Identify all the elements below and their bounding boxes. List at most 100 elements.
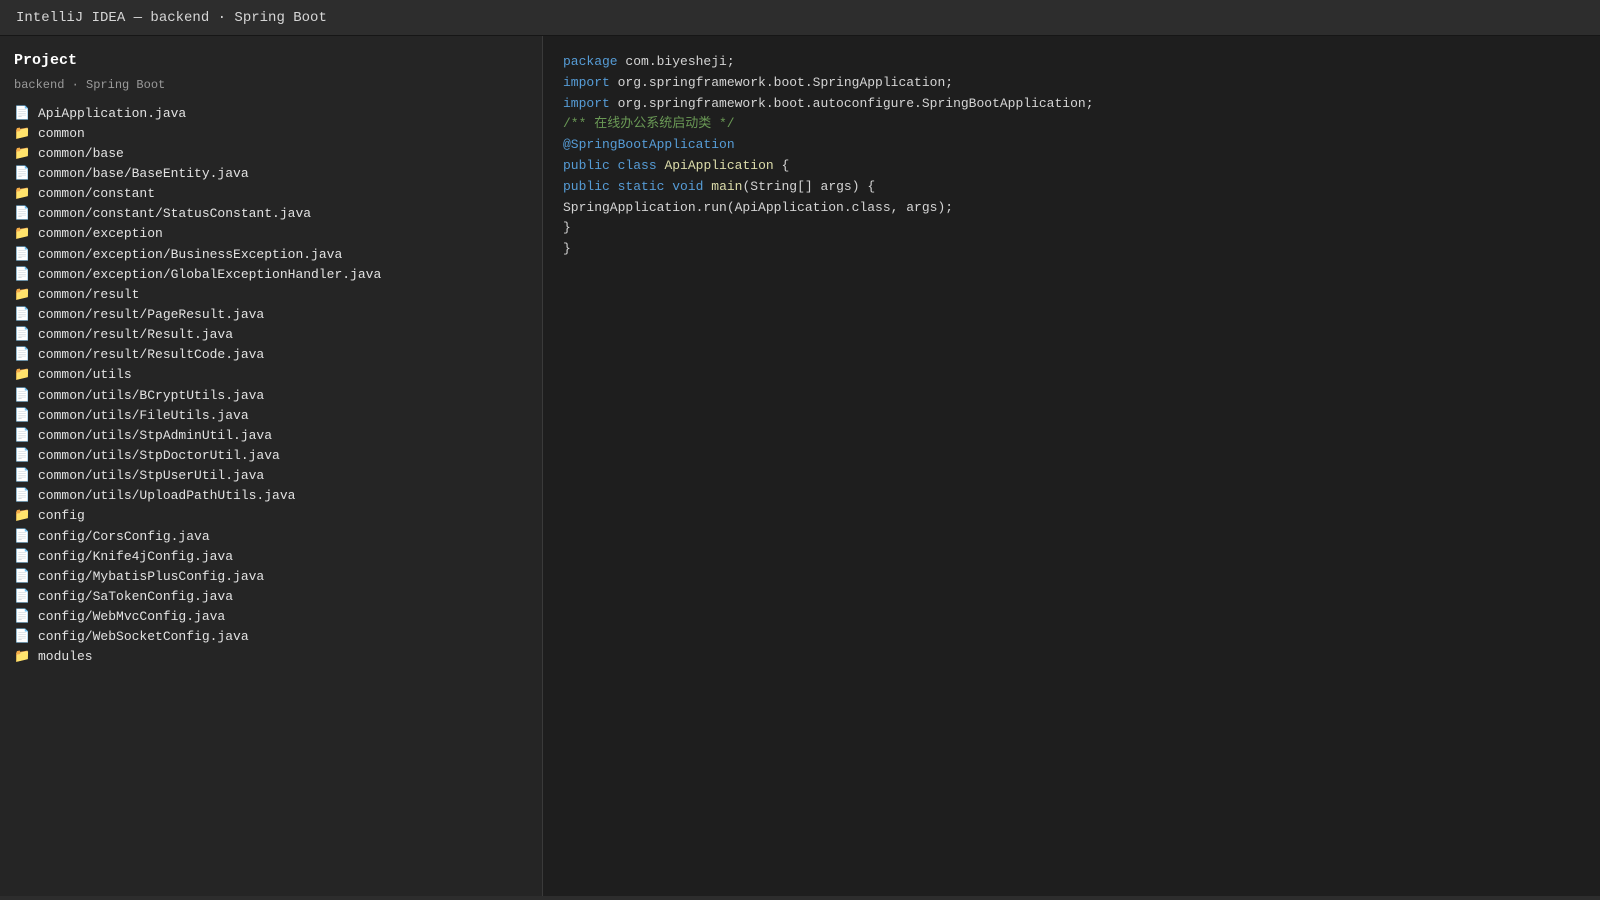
- code-text: org.springframework.boot.autoconfigure.S…: [609, 95, 1094, 111]
- code-line: import org.springframework.boot.autoconf…: [563, 94, 1600, 115]
- tree-file[interactable]: 📄 config/Knife4jConfig.java: [14, 546, 528, 566]
- tree-file[interactable]: 📄 common/result/ResultCode.java: [14, 345, 528, 365]
- tree-folder[interactable]: 📁 common/base: [14, 143, 528, 163]
- folder-icon: 📁: [14, 286, 31, 302]
- tree-folder[interactable]: 📁 common/constant: [14, 184, 528, 204]
- folder-icon: 📁: [14, 508, 31, 524]
- file-icon: 📄: [14, 407, 31, 423]
- tree-item-label: common/result: [38, 286, 140, 302]
- tree-file[interactable]: 📄 common/utils/BCryptUtils.java: [14, 385, 528, 405]
- project-tree: 📄 ApiApplication.java 📁 common 📁 common/base 📄…: [14, 103, 528, 667]
- code-line: @SpringBootApplication: [563, 135, 1600, 156]
- file-icon: 📄: [14, 447, 31, 463]
- code-line: }: [563, 218, 1600, 239]
- tree-item-label: common/exception/GlobalExceptionHandler.…: [38, 266, 382, 282]
- tree-file[interactable]: 📄 common/constant/StatusConstant.java: [14, 204, 528, 224]
- tree-folder[interactable]: 📁 common: [14, 123, 528, 143]
- code-keyword: static: [617, 178, 665, 194]
- file-icon: 📄: [14, 306, 31, 322]
- tree-item-label: common/result/PageResult.java: [38, 306, 265, 322]
- tree-file[interactable]: 📄 common/base/BaseEntity.java: [14, 163, 528, 183]
- tree-file[interactable]: 📄 common/utils/FileUtils.java: [14, 405, 528, 425]
- code-text: }: [563, 241, 571, 257]
- tree-file[interactable]: 📄 ApiApplication.java: [14, 103, 528, 123]
- tree-item-label: common/base/BaseEntity.java: [38, 165, 249, 181]
- tree-folder[interactable]: 📁 modules: [14, 647, 528, 667]
- tree-item-label: ApiApplication.java: [38, 105, 187, 121]
- sidebar-title: Project: [14, 52, 78, 69]
- file-icon: 📄: [14, 266, 31, 282]
- code-keyword: public: [563, 178, 610, 194]
- code-text: org.springframework.boot.SpringApplicati…: [609, 74, 954, 90]
- tree-item-label: config: [38, 508, 85, 524]
- file-icon: 📄: [14, 528, 31, 544]
- code-text: {: [773, 157, 790, 173]
- file-icon: 📄: [14, 468, 31, 484]
- tree-file[interactable]: 📄 common/utils/UploadPathUtils.java: [14, 486, 528, 506]
- tree-file[interactable]: 📄 common/utils/StpDoctorUtil.java: [14, 445, 528, 465]
- code-keyword: import: [563, 95, 610, 111]
- tree-item-label: modules: [38, 649, 93, 665]
- code-keyword: import: [563, 74, 610, 90]
- tree-item-label: common/utils/UploadPathUtils.java: [38, 488, 296, 504]
- code-line: import org.springframework.boot.SpringAp…: [563, 73, 1600, 94]
- code-annotation: @SpringBootApplication: [563, 137, 735, 153]
- code-editor[interactable]: package com.biyesheji; import org.springf…: [543, 36, 1600, 896]
- tree-folder[interactable]: 📁 common/result: [14, 284, 528, 304]
- file-icon: 📄: [14, 327, 31, 343]
- tree-item-label: common/result/Result.java: [38, 327, 234, 343]
- tree-item-label: common: [38, 125, 85, 141]
- tree-item-label: config/CorsConfig.java: [38, 528, 210, 544]
- tree-file[interactable]: 📄 common/result/PageResult.java: [14, 304, 528, 324]
- file-icon: 📄: [14, 165, 31, 181]
- tree-folder[interactable]: 📁 common/exception: [14, 224, 528, 244]
- code-class-name: ApiApplication: [664, 157, 774, 173]
- code-comment: /** 在线办公系统启动类 */: [563, 116, 735, 132]
- file-icon: 📄: [14, 488, 31, 504]
- tree-file[interactable]: 📄 common/exception/BusinessException.java: [14, 244, 528, 264]
- project-sidebar: Project backend · Spring Boot 📄 ApiApplic…: [0, 36, 543, 896]
- code-line: public static void main(String[] args) {: [563, 177, 1600, 198]
- tree-item-label: common/result/ResultCode.java: [38, 347, 265, 363]
- tree-item-label: common/utils: [38, 367, 132, 383]
- tree-item-label: config/SaTokenConfig.java: [38, 588, 234, 604]
- sidebar-subtitle: backend · Spring Boot: [14, 78, 166, 92]
- tree-item-label: config/Knife4jConfig.java: [38, 548, 234, 564]
- code-keyword: class: [617, 157, 657, 173]
- tree-file[interactable]: 📄 config/MybatisPlusConfig.java: [14, 566, 528, 586]
- tree-item-label: config/WebSocketConfig.java: [38, 629, 249, 645]
- folder-icon: 📁: [14, 186, 31, 202]
- code-line: }: [563, 239, 1600, 260]
- tree-item-label: common/exception/BusinessException.java: [38, 246, 343, 262]
- tree-file[interactable]: 📄 common/result/Result.java: [14, 325, 528, 345]
- tree-folder[interactable]: 📁 common/utils: [14, 365, 528, 385]
- tree-item-label: common/base: [38, 145, 124, 161]
- code-text: (String[] args) {: [742, 178, 876, 194]
- tree-file[interactable]: 📄 config/WebMvcConfig.java: [14, 607, 528, 627]
- file-icon: 📄: [14, 568, 31, 584]
- code-line: /** 在线办公系统启动类 */: [563, 114, 1600, 135]
- tree-file[interactable]: 📄 config/CorsConfig.java: [14, 526, 528, 546]
- code-line: SpringApplication.run(ApiApplication.cla…: [563, 198, 1600, 219]
- tree-folder[interactable]: 📁 config: [14, 506, 528, 526]
- tree-file[interactable]: 📄 config/SaTokenConfig.java: [14, 586, 528, 606]
- code-keyword: package: [563, 54, 618, 69]
- tree-item-label: common/utils/StpAdminUtil.java: [38, 427, 273, 443]
- file-icon: 📄: [14, 629, 31, 645]
- tree-file[interactable]: 📄 common/exception/GlobalExceptionHandler…: [14, 264, 528, 284]
- tree-file[interactable]: 📄 config/WebSocketConfig.java: [14, 627, 528, 647]
- code-line: public class ApiApplication {: [563, 156, 1600, 177]
- tree-file[interactable]: 📄 common/utils/StpAdminUtil.java: [14, 425, 528, 445]
- file-icon: 📄: [14, 548, 31, 564]
- file-icon: 📄: [14, 105, 31, 121]
- folder-icon: 📁: [14, 649, 31, 665]
- file-icon: 📄: [14, 387, 31, 403]
- folder-icon: 📁: [14, 145, 31, 161]
- tree-item-label: common/utils/StpDoctorUtil.java: [38, 447, 280, 463]
- tree-item-label: config/MybatisPlusConfig.java: [38, 568, 265, 584]
- tree-file[interactable]: 📄 common/utils/StpUserUtil.java: [14, 466, 528, 486]
- folder-icon: 📁: [14, 226, 31, 242]
- tree-item-label: config/WebMvcConfig.java: [38, 609, 226, 625]
